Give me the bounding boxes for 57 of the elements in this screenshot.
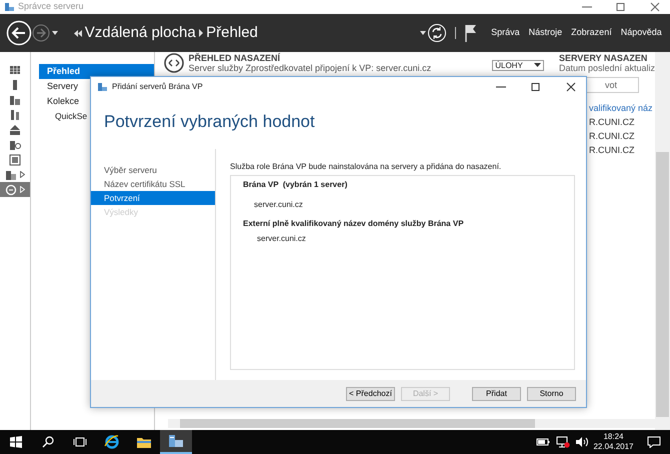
summary-value: server.cuni.cz	[256, 233, 307, 245]
dialog-title: Přidání serverů Brána VP	[112, 81, 204, 93]
clock-date: 22.04.2017	[593, 442, 634, 452]
windows-icon	[10, 436, 22, 448]
search-icon	[42, 436, 54, 448]
back-icon[interactable]	[6, 20, 32, 46]
network-icon[interactable]	[556, 436, 570, 448]
dialog-heading: Potvrzení vybraných hodnot	[103, 111, 316, 133]
notification-icon	[647, 436, 661, 448]
server-manager-icon	[168, 433, 184, 449]
tasks-dropdown[interactable]: ÚLOHY	[492, 60, 544, 71]
window-title: Správce serveru	[18, 0, 85, 14]
caret-icon[interactable]	[418, 29, 427, 37]
app-icon	[97, 82, 107, 92]
table-cell-text: R.CUNI.CZ	[588, 117, 636, 127]
browser-icon	[104, 434, 120, 450]
wizard-button[interactable]: < Předchozí	[346, 386, 395, 400]
menu-item[interactable]: Nástroje	[528, 26, 562, 40]
horizontal-scrollbar[interactable]	[168, 419, 655, 428]
panel-title: SERVERY NASAZEN	[558, 53, 648, 63]
description-text: Služba role Brána VP bude nainstalována na servery a přidána do nasazení.	[230, 161, 502, 173]
taskbar-app[interactable]	[160, 430, 192, 454]
summary-value: server.cuni.cz	[253, 199, 304, 211]
table-cell-text: R.CUNI.CZ	[588, 131, 636, 141]
caret-icon	[534, 63, 541, 68]
wizard-button[interactable]: Přidat	[472, 386, 521, 400]
battery-icon[interactable]	[536, 437, 550, 447]
task-view-icon	[73, 436, 87, 448]
refresh-icon[interactable]	[426, 23, 447, 43]
dropdown-label: ÚLOHY	[495, 60, 523, 70]
menu-item[interactable]: Nápověda	[620, 26, 662, 40]
flag-icon[interactable]	[464, 24, 478, 42]
filter-text: vot	[604, 80, 617, 90]
volume-icon[interactable]	[574, 436, 589, 448]
chevrons-icon	[74, 28, 82, 38]
table-cell-text: R.CUNI.CZ	[588, 145, 636, 155]
wizard-step[interactable]: Výběr serveru	[91, 163, 215, 177]
expand-icon[interactable]	[20, 171, 25, 178]
summary-heading: Brána VP (vybrán 1 server)	[243, 179, 348, 191]
panel-subtitle: Datum poslední aktualiz	[558, 63, 656, 73]
clock[interactable]: 18:24 22.04.2017	[593, 432, 634, 452]
scrollbar[interactable]	[655, 52, 670, 430]
wizard-step[interactable]: Potvrzení	[91, 191, 215, 205]
connection-icon	[164, 53, 184, 73]
app-icon	[4, 2, 14, 12]
clock-time: 18:24	[603, 432, 624, 442]
rail-item[interactable]	[0, 182, 30, 197]
menu-item[interactable]: Zobrazení	[571, 26, 612, 40]
wizard-step[interactable]: Název certifikátu SSL	[91, 177, 215, 191]
chevron-icon	[198, 29, 204, 37]
menu-item[interactable]: Správa	[491, 26, 520, 40]
breadcrumb-item[interactable]: Vzdálená plocha	[84, 22, 196, 44]
section-subtitle: Server služby Zprostředkovatel připojení k VP: server.cuni.cz	[188, 63, 432, 73]
wizard-button[interactable]: Storno	[527, 386, 576, 400]
section-title: PŘEHLED NASAZENÍ	[188, 53, 282, 63]
breadcrumb-item[interactable]: Přehled	[206, 22, 258, 44]
summary-heading: Externí plně kvalifikovaný název domény služby Brána VP	[243, 218, 465, 230]
